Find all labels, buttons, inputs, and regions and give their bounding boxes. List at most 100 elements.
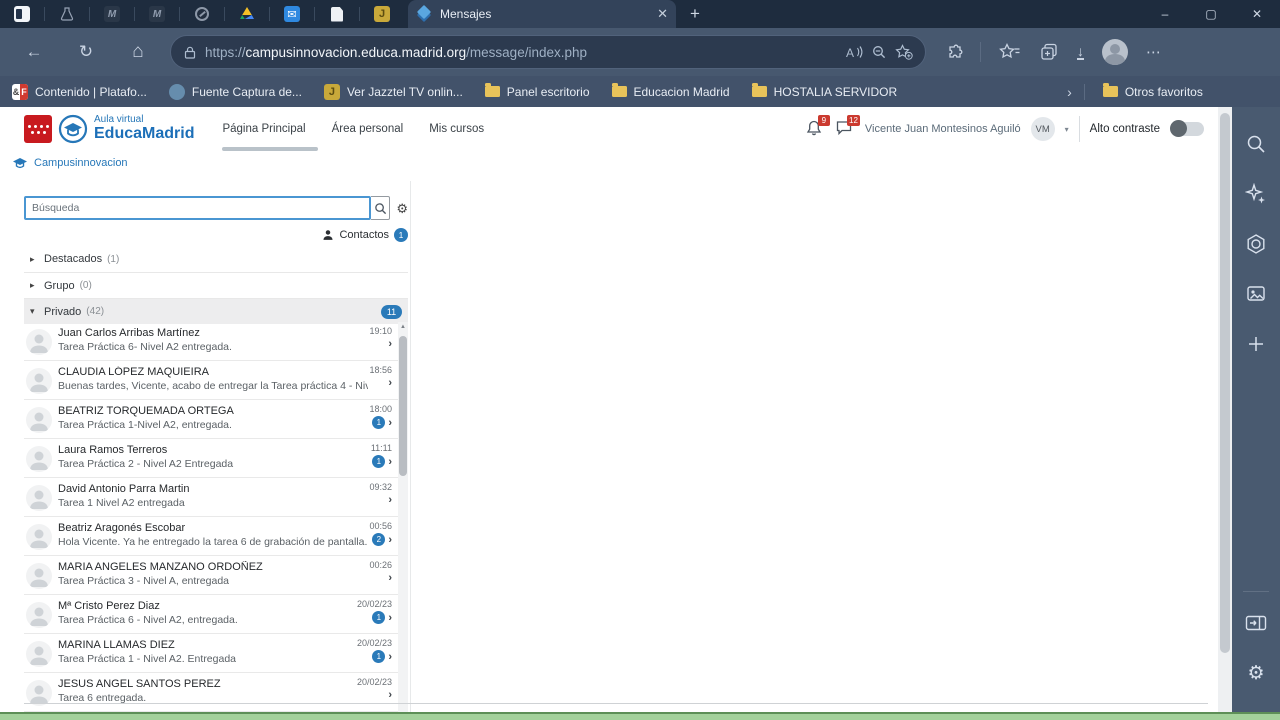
pinned-tab[interactable]	[315, 0, 359, 28]
nav-item-dashboard[interactable]: Área personal	[332, 123, 404, 135]
site-logo[interactable]: Aula virtual EducaMadrid	[24, 114, 194, 144]
sidebar-open-panel-icon[interactable]	[1232, 598, 1280, 648]
settings-menu-icon[interactable]: ⋯	[1146, 43, 1162, 61]
message-settings-gear-icon[interactable]: ⚙	[396, 202, 408, 215]
search-icon	[375, 202, 387, 214]
sidebar-add-icon[interactable]	[1232, 319, 1280, 369]
contacts-label: Contactos	[339, 229, 389, 241]
pinned-tab[interactable]: ✉	[270, 0, 314, 28]
separator	[1243, 591, 1269, 592]
conversation-preview: Tarea Práctica 1 - Nivel A2. Entregada	[58, 653, 237, 665]
pinned-tab[interactable]: M	[90, 0, 134, 28]
pinned-tab[interactable]: M	[135, 0, 179, 28]
scrollbar-thumb[interactable]	[399, 336, 407, 476]
favorite-add-icon[interactable]	[895, 44, 913, 60]
collapsed-arrow-icon: ▸	[30, 280, 35, 290]
conversation-preview: Tarea Práctica 6- Nivel A2 entregada.	[58, 341, 232, 353]
scrollbar-thumb[interactable]	[1220, 113, 1230, 653]
conversation-row[interactable]: BEATRIZ TORQUEMADA ORTEGA Tarea Práctica…	[24, 400, 408, 439]
favorites-icon[interactable]	[999, 43, 1021, 61]
mail-icon: ✉	[284, 6, 300, 22]
conversation-time: 00:56	[369, 521, 392, 531]
address-bar[interactable]: https://campusinnovacion.educa.madrid.or…	[170, 35, 926, 69]
search-input[interactable]	[24, 196, 372, 220]
home-button[interactable]: ⌂	[128, 41, 148, 63]
conversation-time: 11:11	[370, 443, 392, 453]
folder-icon	[751, 83, 767, 97]
downloads-icon[interactable]: ↓	[1077, 44, 1084, 60]
conversation-row[interactable]: CLAUDIA LÓPEZ MAQUIEIRA Buenas tardes, V…	[24, 361, 408, 400]
page-content: Aula virtual EducaMadrid Página Principa…	[0, 107, 1218, 712]
user-avatar[interactable]: VM	[1030, 117, 1055, 141]
breadcrumb-label[interactable]: Campusinnovacion	[34, 157, 128, 169]
zoom-out-icon[interactable]	[871, 44, 887, 60]
conversation-row[interactable]: Beatriz Aragonés Escobar Hola Vicente. Y…	[24, 517, 408, 556]
bookmark-item[interactable]: Fuente Captura de...	[168, 83, 302, 100]
active-tab[interactable]: Mensajes ✕	[408, 0, 676, 28]
conversation-row[interactable]: MARIA ANGELES MANZANO ORDOÑEZ Tarea Prác…	[24, 556, 408, 595]
conversation-row[interactable]: JESUS ANGEL SANTOS PEREZ Tarea 6 entrega…	[24, 673, 408, 712]
moodle-layers-icon	[416, 4, 432, 23]
bookmark-item[interactable]: J Ver Jazztel TV onlin...	[323, 83, 463, 100]
sidebar-microsoft365-icon[interactable]	[1232, 219, 1280, 269]
scroll-up-arrow-icon[interactable]: ▲	[398, 324, 408, 330]
contacts-link[interactable]: Contactos 1	[322, 228, 408, 242]
section-group[interactable]: ▸ Grupo (0)	[24, 272, 408, 298]
conversation-row[interactable]: MARINA LLAMAS DIEZ Tarea Práctica 1 - Ni…	[24, 634, 408, 673]
sidebar-search-icon[interactable]	[1232, 119, 1280, 169]
pinned-tab[interactable]: J	[360, 0, 404, 28]
sidebar-image-creator-icon[interactable]	[1232, 269, 1280, 319]
collections-icon[interactable]	[1039, 42, 1059, 62]
contrast-toggle[interactable]	[1170, 120, 1204, 137]
close-button[interactable]: ✕	[1234, 0, 1280, 28]
brand-text: Aula virtual EducaMadrid	[94, 114, 195, 142]
jazztel-favicon: J	[323, 83, 340, 100]
message-search-row: ⚙	[24, 196, 408, 220]
conversation-name: Beatriz Aragonés Escobar	[58, 522, 186, 534]
refresh-button[interactable]: ↻	[76, 42, 96, 62]
pinned-tab[interactable]	[0, 0, 44, 28]
notifications-bell[interactable]: 9	[805, 115, 830, 139]
page-scrollbar[interactable]	[1218, 107, 1232, 712]
section-private[interactable]: ▾ Privado (42) 11	[24, 298, 408, 324]
nav-item-courses[interactable]: Mis cursos	[429, 123, 484, 135]
other-favorites[interactable]: Otros favoritos	[1102, 83, 1203, 99]
back-button[interactable]: ←	[24, 42, 44, 62]
conversation-time: 19:10	[369, 326, 392, 336]
close-tab-icon[interactable]: ✕	[657, 6, 668, 22]
extensions-icon[interactable]	[944, 42, 964, 62]
document-icon	[331, 6, 343, 22]
chevron-right-icon: ›	[388, 533, 392, 546]
profile-avatar[interactable]	[1102, 39, 1128, 65]
conversation-row[interactable]: Mª Cristo Perez Diaz Tarea Práctica 6 - …	[24, 595, 408, 634]
pinned-tab[interactable]	[45, 0, 89, 28]
bookmarks-overflow-icon[interactable]: ›	[1067, 84, 1072, 100]
messages-toggle[interactable]: 12	[835, 115, 860, 139]
list-scrollbar[interactable]: ▲	[398, 322, 408, 712]
sidebar-discover-icon[interactable]	[1232, 169, 1280, 219]
user-name[interactable]: Vicente Juan Montesinos Aguiló	[865, 123, 1021, 135]
maximize-button[interactable]: ▢	[1188, 0, 1234, 28]
nav-item-home[interactable]: Página Principal	[222, 123, 305, 135]
bookmark-folder[interactable]: Educacion Madrid	[611, 83, 730, 99]
pinned-tab[interactable]	[180, 0, 224, 28]
bookmark-folder[interactable]: Panel escritorio	[484, 83, 590, 99]
read-aloud-icon[interactable]: A	[845, 44, 863, 60]
bookmark-item[interactable]: & F Contenido | Platafo...	[12, 83, 147, 100]
section-starred[interactable]: ▸ Destacados (1)	[24, 246, 408, 272]
sidebar-settings-icon[interactable]: ⚙	[1232, 648, 1280, 698]
breadcrumb[interactable]: Campusinnovacion	[12, 157, 128, 169]
chevron-down-icon[interactable]: ▾	[1065, 125, 1069, 134]
new-tab-button[interactable]: +	[690, 4, 700, 24]
avatar	[26, 485, 52, 511]
minimize-button[interactable]: –	[1142, 0, 1188, 28]
bell-count-badge: 9	[817, 115, 830, 126]
chevron-right-icon: ›	[388, 455, 392, 468]
conversation-row[interactable]: David Antonio Parra Martin Tarea 1 Nivel…	[24, 478, 408, 517]
pinned-tab[interactable]	[225, 0, 269, 28]
conversation-row[interactable]: Juan Carlos Arribas Martínez Tarea Práct…	[24, 322, 408, 361]
section-count: (42)	[86, 306, 105, 317]
search-button[interactable]	[371, 196, 391, 220]
conversation-row[interactable]: Laura Ramos Terreros Tarea Práctica 2 - …	[24, 439, 408, 478]
bookmark-folder[interactable]: HOSTALIA SERVIDOR	[751, 83, 897, 99]
